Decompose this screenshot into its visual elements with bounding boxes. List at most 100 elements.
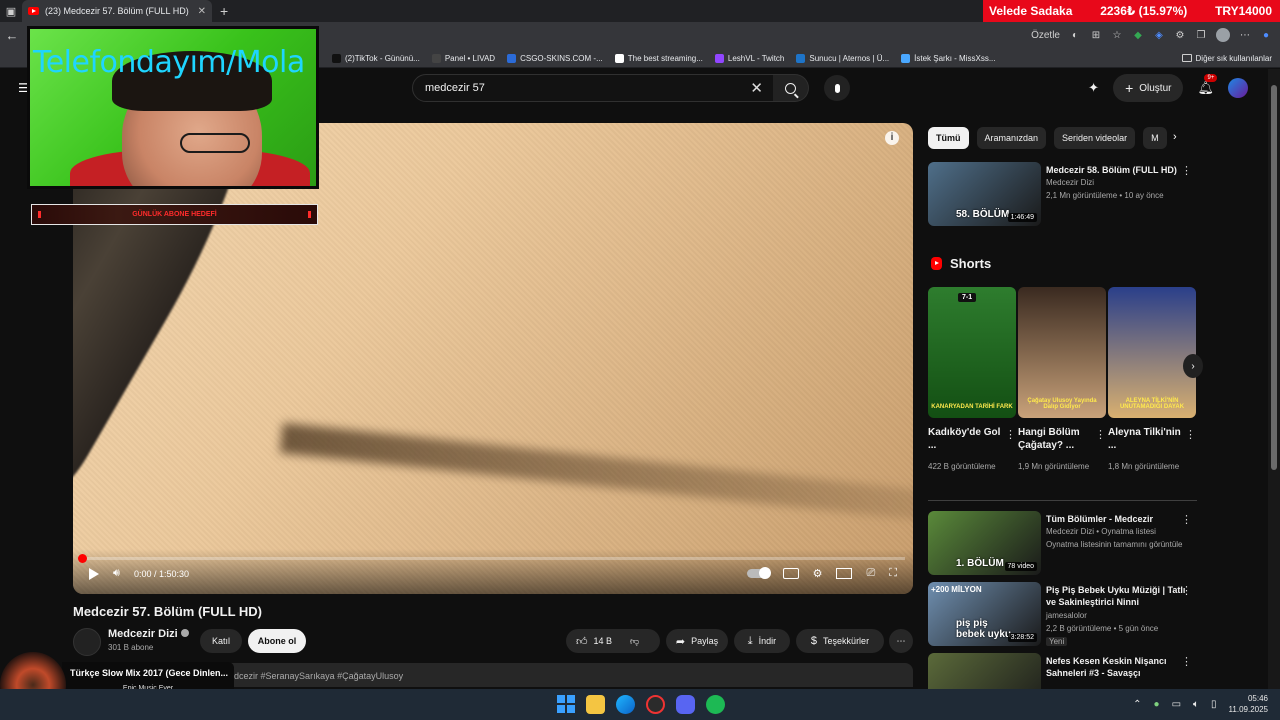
- short-thumbnail[interactable]: 7-1 KANARYADAN TARİHİ FARK: [928, 287, 1016, 418]
- clear-search-icon[interactable]: ✕: [750, 79, 763, 97]
- shorts-next-arrow-icon[interactable]: ›: [1183, 354, 1203, 378]
- share-button[interactable]: ➦ Paylaş: [666, 629, 728, 653]
- bookmark-item[interactable]: Sunucu | Aternos | Ü...: [796, 53, 889, 63]
- short-thumbnail[interactable]: Çağatay Ulusoy Yayında Dalıp Gidiyor: [1018, 287, 1106, 418]
- tray-overflow-icon[interactable]: ⌃: [1133, 699, 1141, 710]
- tray-network-icon[interactable]: ▭: [1172, 699, 1181, 710]
- account-avatar[interactable]: [1228, 78, 1248, 98]
- more-options-icon[interactable]: ⋮: [1181, 655, 1192, 668]
- short-item[interactable]: ALEYNA TİLKİ'NİN UNUTAMADIĞI DAYAK Aleyna…: [1108, 287, 1196, 473]
- gift-icon[interactable]: ✦: [1088, 80, 1099, 96]
- autoplay-toggle[interactable]: [746, 567, 771, 579]
- tab-actions-icon[interactable]: ▣: [0, 0, 22, 22]
- recommendation-title: Piş Piş Bebek Uyku Müziği | Tatlı ve Sak…: [1046, 585, 1186, 607]
- summarize-button[interactable]: Özetle: [1031, 30, 1060, 41]
- voice-search-button[interactable]: [824, 75, 850, 101]
- browser-tab-active[interactable]: (23) Medcezir 57. Bölüm (FULL HD) ✕: [22, 0, 212, 22]
- volume-icon[interactable]: 🔊︎: [113, 567, 120, 580]
- recommendation-item[interactable]: 58. BÖLÜM 1:46:49 Medcezir 58. Bölüm (FULL…: [928, 162, 1198, 226]
- filter-chip[interactable]: M: [1143, 127, 1167, 149]
- read-aloud-icon[interactable]: ◐: [1069, 29, 1081, 41]
- dislike-thumb-icon[interactable]: 👎︎: [630, 636, 639, 647]
- search-input[interactable]: medcezir 57 ✕: [412, 74, 774, 102]
- channel-name[interactable]: Medcezir Dizi: [108, 628, 189, 640]
- recommendation-item[interactable]: +200 MİLYON piş piş bebek uyku 3:28:52 Piş …: [928, 582, 1198, 646]
- create-label: Oluştur: [1139, 82, 1172, 94]
- section-divider: [928, 500, 1197, 501]
- extension-shield-icon[interactable]: ◆: [1132, 29, 1144, 41]
- bookmark-item[interactable]: İstek Şarkı - MissXss...: [901, 53, 996, 63]
- more-options-icon[interactable]: ⋮: [1181, 584, 1192, 597]
- thumbnail-top-caption: +200 MİLYON: [931, 585, 982, 594]
- favorite-star-icon[interactable]: ☆: [1111, 29, 1123, 41]
- tab-title: (23) Medcezir 57. Bölüm (FULL HD): [45, 6, 189, 16]
- more-options-icon[interactable]: ⋮: [1185, 428, 1196, 441]
- spotify-icon[interactable]: [706, 695, 725, 714]
- page-scrollbar[interactable]: [1268, 69, 1280, 689]
- download-icon: ⤓: [747, 634, 753, 647]
- filter-chip[interactable]: Seriden videolar: [1054, 127, 1136, 149]
- join-button[interactable]: Katıl: [200, 629, 242, 653]
- cast-icon[interactable]: ⎚: [866, 567, 875, 580]
- fullscreen-icon[interactable]: ⛶: [889, 567, 897, 580]
- back-arrow-icon[interactable]: ←: [0, 28, 24, 43]
- new-tab-icon[interactable]: +: [220, 3, 228, 19]
- filter-chip[interactable]: Tümü: [928, 127, 969, 149]
- settings-gear-icon[interactable]: ⚙: [813, 567, 823, 580]
- edge-browser-icon[interactable]: [616, 695, 635, 714]
- more-options-icon[interactable]: ⋮: [1095, 428, 1106, 441]
- progress-bar[interactable]: [78, 554, 905, 563]
- video-thumbnail[interactable]: 1. BÖLÜM 78 video: [928, 511, 1041, 575]
- filter-chip[interactable]: Aramanızdan: [976, 127, 1047, 149]
- search-button[interactable]: [773, 74, 809, 102]
- file-explorer-icon[interactable]: [586, 695, 605, 714]
- short-item[interactable]: 7-1 KANARYADAN TARİHİ FARK Kadıköy'de Gol …: [928, 287, 1016, 473]
- browser-profile-avatar[interactable]: [1216, 28, 1230, 42]
- short-item[interactable]: Çağatay Ulusoy Yayında Dalıp Gidiyor Hang…: [1018, 287, 1106, 473]
- like-thumb-icon[interactable]: 👍︎: [576, 635, 588, 648]
- extensions-puzzle-icon[interactable]: ⚙: [1174, 29, 1186, 41]
- thanks-button[interactable]: $ Teşekkürler: [796, 629, 884, 653]
- collections-icon[interactable]: ❐: [1195, 29, 1207, 41]
- browser-menu-icon[interactable]: ⋯: [1239, 29, 1251, 41]
- scrollbar-thumb[interactable]: [1271, 85, 1277, 470]
- subscribe-button[interactable]: Abone ol: [248, 629, 306, 653]
- more-options-icon[interactable]: ⋮: [1181, 513, 1192, 526]
- bookmark-item[interactable]: The best streaming...: [614, 53, 703, 63]
- bookmark-item[interactable]: (2)TikTok - Gününü...: [332, 53, 420, 63]
- subtitles-icon[interactable]: [782, 568, 799, 579]
- bookmark-item[interactable]: CSGO-SKINS.COM -...: [507, 53, 603, 63]
- progress-scrubber[interactable]: [78, 554, 87, 563]
- create-button[interactable]: + Oluştur: [1113, 74, 1184, 102]
- video-thumbnail[interactable]: +200 MİLYON piş piş bebek uyku 3:28:52: [928, 582, 1041, 646]
- tray-volume-icon[interactable]: 🔈︎: [1193, 699, 1199, 710]
- notifications-bell-icon[interactable]: 🔔︎ 9+: [1197, 74, 1218, 96]
- short-thumbnail[interactable]: ALEYNA TİLKİ'NİN UNUTAMADIĞI DAYAK: [1108, 287, 1196, 418]
- discord-icon[interactable]: [676, 695, 695, 714]
- theater-mode-icon[interactable]: [836, 568, 853, 579]
- copilot-icon[interactable]: ◈: [1153, 29, 1165, 41]
- tray-mic-icon[interactable]: ●: [1154, 699, 1160, 710]
- play-icon[interactable]: [89, 567, 99, 580]
- windows-start-icon[interactable]: [557, 695, 575, 713]
- download-button[interactable]: ⤓ İndir: [734, 629, 790, 653]
- video-player[interactable]: i 🔊︎ 0:00 / 1:50:30 ⚙ ⎚ ⛶: [73, 123, 913, 594]
- screen: ▣ (23) Medcezir 57. Bölüm (FULL HD) ✕ + …: [0, 0, 1280, 720]
- taskbar-clock[interactable]: 05:46 11.09.2025: [1229, 693, 1268, 715]
- video-thumbnail[interactable]: 58. BÖLÜM 1:46:49: [928, 162, 1041, 226]
- chips-next-arrow-icon[interactable]: ›: [1173, 131, 1177, 143]
- info-icon[interactable]: i: [885, 131, 899, 145]
- more-actions-button[interactable]: ⋯: [889, 629, 913, 653]
- tab-close-icon[interactable]: ✕: [198, 6, 206, 17]
- obs-icon[interactable]: [646, 695, 665, 714]
- recommendation-item[interactable]: 1. BÖLÜM 78 video Tüm Bölümler - Medcezir M…: [928, 511, 1198, 575]
- split-screen-icon[interactable]: ⊞: [1090, 29, 1102, 41]
- more-options-icon[interactable]: ⋮: [1181, 164, 1192, 177]
- bookmark-item[interactable]: Panel • LIVAD: [431, 53, 495, 63]
- other-bookmarks[interactable]: Diğer sık kullanılanlar: [1181, 48, 1272, 68]
- bookmark-item[interactable]: LeshVL - Twitch: [714, 53, 784, 63]
- more-options-icon[interactable]: ⋮: [1005, 428, 1016, 441]
- tray-battery-icon[interactable]: ▯: [1211, 699, 1217, 710]
- like-dislike-group: 👍︎ 14 B 👎︎: [566, 629, 660, 653]
- copilot-sidebar-icon[interactable]: ●: [1260, 29, 1272, 41]
